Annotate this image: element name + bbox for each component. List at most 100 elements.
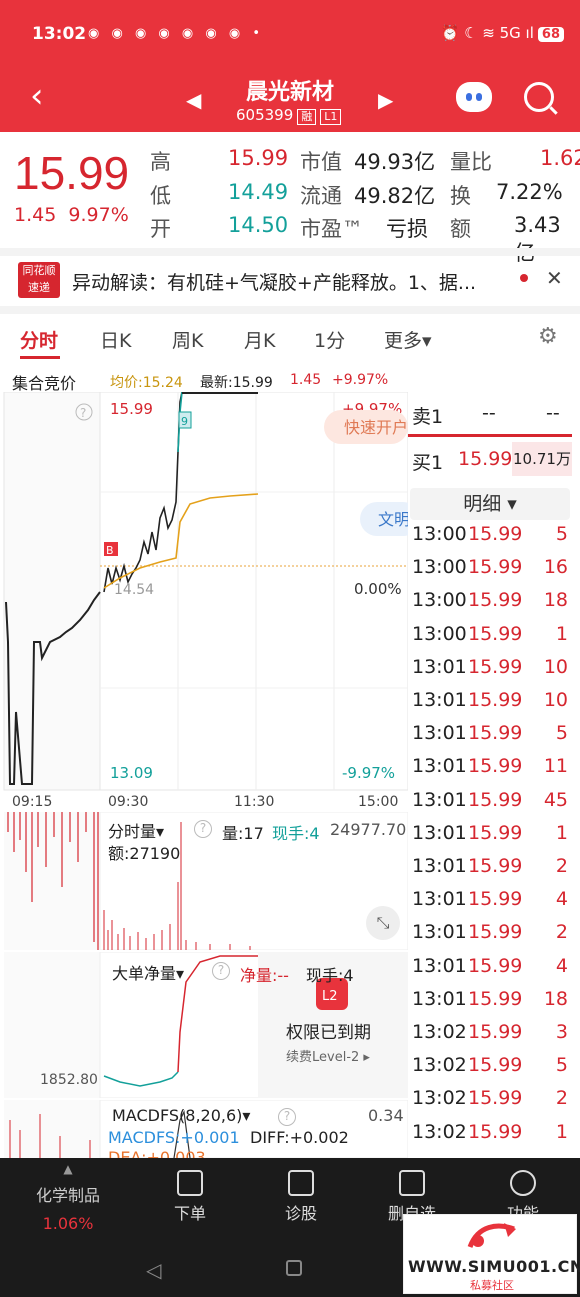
pe-label: 市盈™	[300, 217, 363, 241]
watermark-logo	[467, 1223, 516, 1249]
trade-row: 13:02 15.99 5	[412, 1054, 576, 1087]
sector-name: 化学制品	[35, 1186, 100, 1205]
trade-time: 13:02	[412, 1087, 467, 1110]
trade-time: 13:01	[412, 755, 467, 778]
macd-help-icon[interactable]: ?	[278, 1108, 296, 1126]
auction-label[interactable]: 集合竞价	[12, 370, 76, 394]
trade-price: 15.99	[468, 821, 523, 844]
sell1-vol: --	[546, 402, 560, 424]
sell1-label: 卖1	[412, 406, 444, 428]
nine-marker-label: 9	[181, 415, 188, 428]
next-stock-icon[interactable]: ▶	[378, 88, 393, 112]
trade-volume: 4	[555, 888, 568, 911]
news-ticker[interactable]: 同花顺 速递 异动解读：有机硅+气凝胶+产能释放。1、据... ✕	[0, 256, 580, 306]
tab-daily[interactable]: 日K	[100, 326, 131, 353]
trade-time: 13:02	[412, 1120, 467, 1143]
high-label: 高	[150, 150, 171, 174]
search-icon[interactable]	[524, 82, 554, 112]
volume-max: 24977.70	[330, 820, 407, 839]
buy-marker-label: B	[106, 544, 114, 557]
trade-volume: 2	[555, 855, 568, 877]
nav-order[interactable]: 下单	[140, 1158, 240, 1224]
trade-price: 15.99	[468, 888, 523, 911]
macd-value: MACDFS:+0.001	[108, 1128, 240, 1147]
bigorder-help-icon[interactable]: ?	[212, 962, 230, 980]
info-change: 1.45	[290, 372, 322, 388]
buy1-vol: 10.71万	[512, 442, 572, 476]
trade-volume: 11	[543, 755, 568, 778]
volume-title[interactable]: 分时量▾	[108, 818, 164, 842]
stock-name: 晨光新材	[245, 80, 334, 105]
nav-back-icon[interactable]: ◁	[146, 1258, 161, 1282]
volume-help-icon[interactable]: ?	[194, 820, 212, 838]
time-label-1500: 15:00	[358, 794, 398, 810]
watermark-sub: 私募社区	[470, 1279, 514, 1292]
trade-time: 13:02	[412, 1021, 467, 1043]
nav-diagnose[interactable]: 诊股	[251, 1158, 351, 1224]
sector-item[interactable]: ▲ 化学制品 1.06%	[16, 1158, 120, 1233]
level-badge: L1	[320, 109, 342, 125]
sector-pct: 1.06%	[42, 1214, 94, 1233]
diagnose-icon	[288, 1170, 314, 1196]
volratio-value: 1.62	[540, 146, 580, 170]
settings-icon[interactable]: ⚙	[538, 324, 558, 349]
macd-title[interactable]: MACDFS(8,20,6)▾	[112, 1106, 250, 1125]
mcap-label: 市值	[300, 150, 342, 174]
status-bar: 13:02 ◉ ◉ ◉ ◉ ◉ ◉ ◉ • ⏰ ☾ ≋ 5G ıl 68	[0, 0, 580, 66]
trade-price: 15.99	[468, 1021, 523, 1043]
trade-row: 13:02 15.99 2	[412, 1087, 576, 1120]
trade-time: 13:01	[412, 788, 467, 811]
trade-price: 15.99	[468, 722, 523, 745]
trade-price: 15.99	[468, 689, 523, 711]
unread-dot	[520, 274, 528, 282]
tab-weekly[interactable]: 周K	[172, 326, 203, 353]
chart-tabs: 分时 日K 周K 月K 1分 更多▾ ⚙	[0, 320, 580, 359]
tab-intraday[interactable]: 分时	[20, 326, 58, 353]
buy1-label: 买1	[412, 452, 444, 474]
nav-diagnose-label: 诊股	[284, 1204, 317, 1223]
pe-value: 亏损	[386, 217, 428, 241]
system-icons: ⏰ ☾ ≋ 5G ıl 68	[441, 24, 564, 42]
tab-more[interactable]: 更多▾	[384, 326, 432, 353]
tab-underline	[20, 356, 60, 359]
intraday-chart[interactable]: 15.99 13.09 14.54 +9.97% 0.00% -9.97% ? …	[0, 392, 408, 812]
watermark: WWW.SIMU001.CN 私募社区	[403, 1214, 580, 1294]
close-icon[interactable]: ✕	[546, 266, 563, 290]
trade-time: 13:01	[412, 722, 467, 745]
bigorder-title[interactable]: 大单净量▾	[112, 960, 184, 984]
trade-row: 13:01 15.99 4	[412, 955, 576, 988]
trade-volume: 10	[543, 689, 568, 711]
tab-monthly[interactable]: 月K	[244, 326, 275, 353]
divider	[0, 248, 580, 256]
detail-dropdown[interactable]: 明细 ▾	[410, 488, 570, 520]
volratio-label: 量比	[450, 150, 492, 174]
trade-price: 15.99	[468, 589, 523, 612]
trade-row: 13:01 15.99 11	[412, 755, 576, 788]
up-arrow-icon: ▲	[63, 1162, 73, 1176]
trade-price: 15.99	[468, 1087, 523, 1110]
trade-row: 13:00 15.99 5	[412, 523, 576, 556]
stock-code: 605399	[236, 106, 294, 124]
change-value: 1.45	[14, 204, 57, 226]
bottom-pct-label: -9.97%	[342, 764, 395, 782]
trade-row: 13:02 15.99 1	[412, 1121, 576, 1154]
expand-icon[interactable]: ⤡	[366, 906, 400, 940]
trade-volume: 2	[555, 1087, 568, 1110]
robot-icon[interactable]	[456, 82, 492, 112]
margin-badge: 融	[297, 109, 317, 125]
bigorder-low-val: 1852.80	[40, 1072, 98, 1088]
trade-price: 15.99	[468, 1120, 523, 1143]
tab-1min[interactable]: 1分	[314, 326, 345, 353]
price-change: 1.45 9.97%	[14, 204, 129, 226]
trade-time: 13:01	[412, 921, 467, 944]
wen-label: 文明	[378, 510, 408, 529]
renew-link[interactable]: 续费Level-2 ▸	[286, 1046, 370, 1065]
mid-pct-label: 0.00%	[354, 580, 402, 598]
nav-home-icon[interactable]	[286, 1260, 302, 1276]
change-pct: 9.97%	[68, 204, 129, 226]
trade-time: 13:00	[412, 622, 467, 645]
system-status-icons: ⏰ ☾ ≋ 5G ıl	[440, 24, 534, 42]
low-label: 低	[150, 184, 171, 208]
mid-price-label: 14.54	[114, 582, 154, 598]
function-icon	[510, 1170, 536, 1196]
